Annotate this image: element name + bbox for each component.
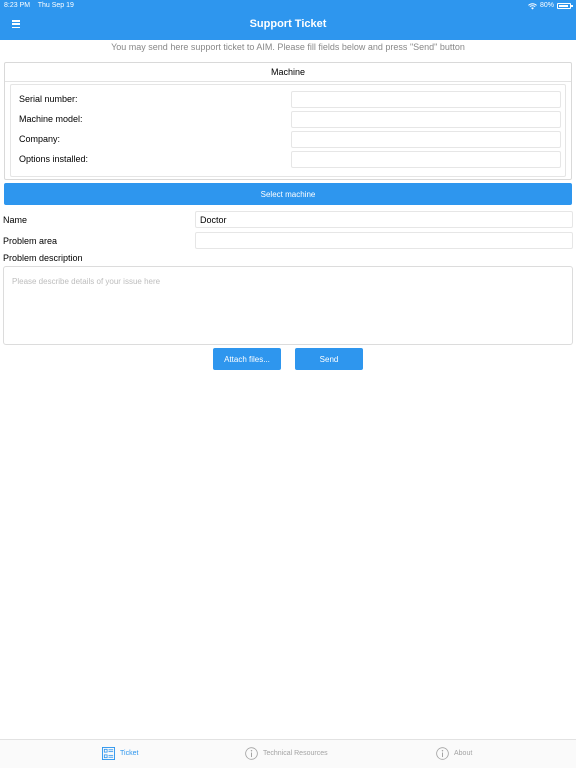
serial-number-input[interactable]: [291, 91, 561, 108]
company-label: Company:: [19, 134, 61, 144]
battery-icon: [557, 3, 573, 9]
info-icon: [436, 747, 449, 760]
ticket-icon: [102, 747, 115, 760]
machine-model-row: Machine model:: [11, 111, 565, 129]
status-left: 8:23 PM Thu Sep 19: [4, 0, 74, 12]
name-input[interactable]: [195, 211, 573, 228]
machine-model-input[interactable]: [291, 111, 561, 128]
tab-ticket-label: Ticket: [120, 750, 139, 757]
problem-area-label: Problem area: [3, 236, 58, 246]
attach-files-button[interactable]: Attach files...: [213, 348, 281, 370]
status-time: 8:23 PM: [4, 2, 31, 9]
machine-model-label: Machine model:: [19, 114, 83, 124]
problem-description-label: Problem description: [3, 253, 83, 263]
select-machine-button[interactable]: Select machine: [4, 183, 572, 205]
problem-area-input[interactable]: [195, 232, 573, 249]
tab-about-label: About: [454, 750, 473, 757]
options-installed-label: Options installed:: [19, 154, 89, 164]
name-label: Name: [3, 215, 28, 225]
send-button[interactable]: Send: [295, 348, 363, 370]
serial-number-row: Serial number:: [11, 91, 565, 109]
info-icon: [245, 747, 258, 760]
company-input[interactable]: [291, 131, 561, 148]
machine-fields: Serial number: Machine model: Company: O…: [10, 84, 566, 177]
status-bar: 8:23 PM Thu Sep 19 80%: [0, 0, 576, 12]
company-row: Company:: [11, 131, 565, 149]
status-date: Thu Sep 19: [37, 2, 74, 9]
tab-about[interactable]: About: [436, 747, 472, 760]
options-installed-row: Options installed:: [11, 151, 565, 169]
machine-panel: Machine Serial number: Machine model: Co…: [4, 62, 572, 180]
machine-section-title: Machine: [270, 67, 306, 77]
serial-number-label: Serial number:: [19, 94, 78, 104]
options-installed-input[interactable]: [291, 151, 561, 168]
tab-ticket[interactable]: Ticket: [102, 747, 138, 760]
battery-percent: 80%: [539, 2, 554, 9]
tab-bar: Ticket Technical Resources About: [0, 739, 576, 768]
navigation-bar: 8:23 PM Thu Sep 19 80% Support Ticket: [0, 0, 576, 40]
machine-divider: [5, 81, 571, 82]
tab-technical-resources[interactable]: Technical Resources: [245, 747, 328, 760]
status-right: 80%: [528, 0, 573, 12]
page-title: Support Ticket: [249, 18, 327, 30]
wifi-icon: [528, 2, 537, 9]
intro-text: You may send here support ticket to AIM.…: [111, 42, 465, 52]
problem-description-textarea[interactable]: [3, 266, 573, 345]
tab-technical-resources-label: Technical Resources: [263, 750, 328, 757]
